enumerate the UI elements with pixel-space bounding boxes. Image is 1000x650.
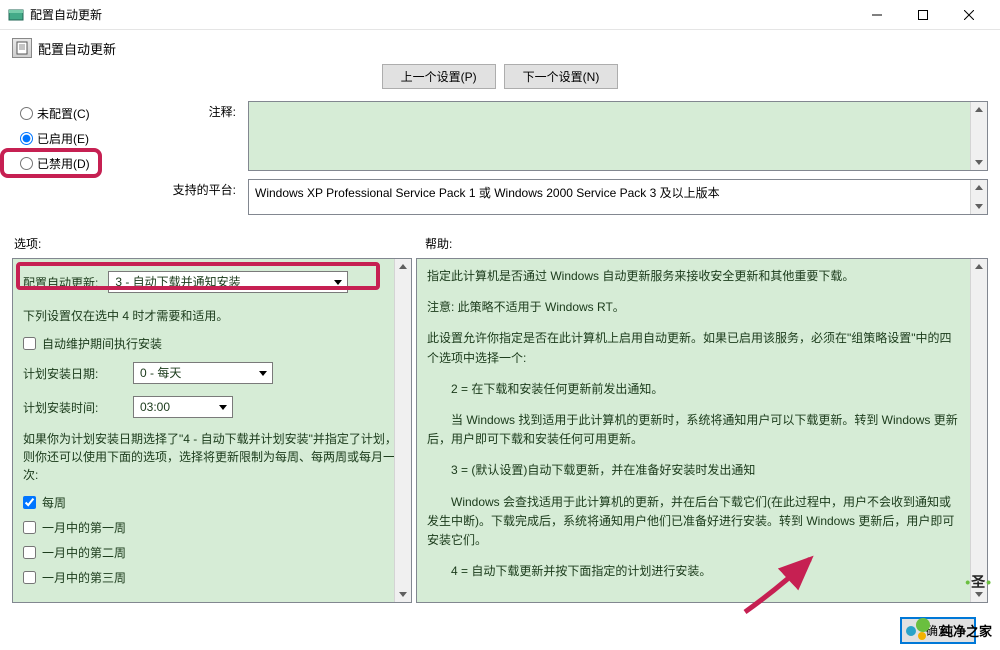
maintenance-install-checkbox-row[interactable]: 自动维护期间执行安装 bbox=[23, 331, 401, 356]
config-update-dropdown[interactable]: 3 - 自动下载并通知安装 bbox=[108, 271, 348, 293]
weekly-label: 每周 bbox=[42, 494, 66, 511]
sched-time-value: 03:00 bbox=[140, 400, 170, 414]
watermark-text-top: •圣• bbox=[965, 572, 992, 592]
week2-label: 一月中的第二周 bbox=[42, 544, 126, 561]
options-scrollbar[interactable] bbox=[394, 259, 411, 602]
radio-not-configured-label: 未配置(C) bbox=[37, 105, 90, 122]
week1-checkbox[interactable] bbox=[23, 521, 36, 534]
platform-scrollbar[interactable] bbox=[970, 180, 987, 214]
options-note: 下列设置仅在选中 4 时才需要和适用。 bbox=[23, 307, 401, 325]
config-update-label: 配置自动更新: bbox=[23, 274, 98, 291]
sched-time-label: 计划安装时间: bbox=[23, 399, 133, 416]
page-title: 配置自动更新 bbox=[38, 39, 116, 58]
previous-setting-button[interactable]: 上一个设置(P) bbox=[382, 64, 496, 89]
sched-time-dropdown[interactable]: 03:00 bbox=[133, 396, 233, 418]
state-radio-group: 未配置(C) 已启用(E) 已禁用(D) bbox=[12, 101, 172, 223]
help-p8: 4 = 自动下载更新并按下面指定的计划进行安装。 bbox=[427, 562, 961, 581]
sched-day-label: 计划安装日期: bbox=[23, 365, 133, 382]
window-titlebar: 配置自动更新 bbox=[0, 0, 1000, 30]
watermark-logo: 纯净之家 bbox=[906, 618, 992, 642]
platform-text: Windows XP Professional Service Pack 1 或… bbox=[255, 186, 720, 200]
week3-checkbox[interactable] bbox=[23, 571, 36, 584]
help-p6: 3 = (默认设置)自动下载更新，并在准备好安装时发出通知 bbox=[427, 461, 961, 480]
watermark-brand: 纯净之家 bbox=[940, 621, 992, 640]
radio-enabled[interactable]: 已启用(E) bbox=[20, 126, 172, 151]
document-icon bbox=[12, 38, 32, 58]
options-heading: 选项: bbox=[12, 235, 417, 252]
options-panel: 配置自动更新: 3 - 自动下载并通知安装 下列设置仅在选中 4 时才需要和适用… bbox=[12, 258, 412, 603]
minimize-button[interactable] bbox=[854, 0, 900, 30]
help-p4: 2 = 在下载和安装任何更新前发出通知。 bbox=[427, 380, 961, 399]
maintenance-install-label: 自动维护期间执行安装 bbox=[42, 335, 162, 352]
platform-label: 支持的平台: bbox=[172, 179, 242, 198]
help-p2: 注意: 此策略不适用于 Windows RT。 bbox=[427, 298, 961, 317]
radio-disabled-input[interactable] bbox=[20, 157, 33, 170]
sched-day-dropdown[interactable]: 0 - 每天 bbox=[133, 362, 273, 384]
radio-not-configured[interactable]: 未配置(C) bbox=[20, 101, 172, 126]
help-p3: 此设置允许你指定是否在此计算机上启用自动更新。如果已启用该服务，必须在"组策略设… bbox=[427, 329, 961, 367]
options-long-note: 如果你为计划安装日期选择了"4 - 自动下载并计划安装"并指定了计划，则你还可以… bbox=[23, 430, 401, 484]
help-panel: 指定此计算机是否通过 Windows 自动更新服务来接收安全更新和其他重要下载。… bbox=[416, 258, 988, 603]
page-header: 配置自动更新 bbox=[12, 38, 988, 58]
radio-not-configured-input[interactable] bbox=[20, 107, 33, 120]
close-button[interactable] bbox=[946, 0, 992, 30]
help-p7: Windows 会查找适用于此计算机的更新，并在后台下载它们(在此过程中，用户不… bbox=[427, 493, 961, 551]
watermark-dots-icon bbox=[906, 618, 936, 642]
help-heading: 帮助: bbox=[417, 235, 988, 252]
week1-checkbox-row[interactable]: 一月中的第一周 bbox=[23, 515, 401, 540]
week2-checkbox-row[interactable]: 一月中的第二周 bbox=[23, 540, 401, 565]
help-p5: 当 Windows 找到适用于此计算机的更新时，系统将通知用户可以下载更新。转到… bbox=[427, 411, 961, 449]
maintenance-install-checkbox[interactable] bbox=[23, 337, 36, 350]
help-p1: 指定此计算机是否通过 Windows 自动更新服务来接收安全更新和其他重要下载。 bbox=[427, 267, 961, 286]
next-setting-button[interactable]: 下一个设置(N) bbox=[504, 64, 619, 89]
window-title: 配置自动更新 bbox=[30, 6, 102, 23]
radio-disabled-label: 已禁用(D) bbox=[37, 155, 90, 172]
radio-disabled[interactable]: 已禁用(D) bbox=[20, 151, 172, 176]
comment-scrollbar[interactable] bbox=[970, 102, 987, 170]
help-scrollbar[interactable] bbox=[970, 259, 987, 602]
window-controls bbox=[854, 0, 992, 30]
week3-label: 一月中的第三周 bbox=[42, 569, 126, 586]
radio-enabled-input[interactable] bbox=[20, 132, 33, 145]
nav-buttons: 上一个设置(P) 下一个设置(N) bbox=[12, 64, 988, 89]
maximize-button[interactable] bbox=[900, 0, 946, 30]
sched-day-value: 0 - 每天 bbox=[140, 366, 181, 380]
config-update-value: 3 - 自动下载并通知安装 bbox=[115, 275, 240, 289]
platform-textbox: Windows XP Professional Service Pack 1 或… bbox=[248, 179, 988, 215]
radio-enabled-label: 已启用(E) bbox=[37, 130, 89, 147]
comment-label: 注释: bbox=[172, 101, 242, 120]
app-icon bbox=[8, 7, 24, 23]
weekly-checkbox-row[interactable]: 每周 bbox=[23, 490, 401, 515]
weekly-checkbox[interactable] bbox=[23, 496, 36, 509]
week2-checkbox[interactable] bbox=[23, 546, 36, 559]
comment-textbox[interactable] bbox=[248, 101, 988, 171]
week3-checkbox-row[interactable]: 一月中的第三周 bbox=[23, 565, 401, 590]
week1-label: 一月中的第一周 bbox=[42, 519, 126, 536]
